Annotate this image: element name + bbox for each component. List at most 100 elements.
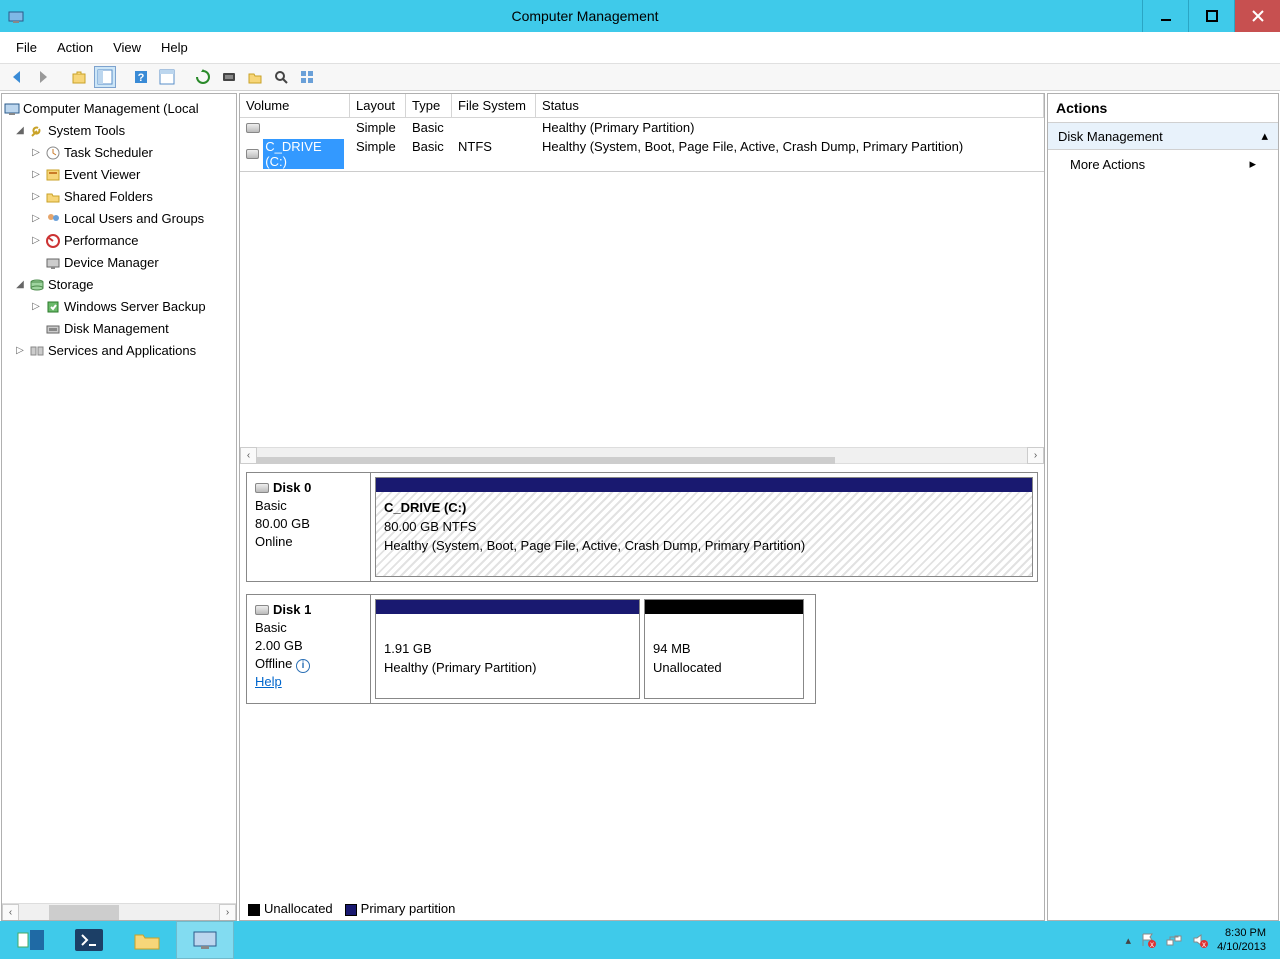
tree-storage[interactable]: ◢ Storage — [4, 274, 236, 296]
disk-graphical-view: Disk 0 Basic 80.00 GB Online C_DRIVE (C:… — [240, 464, 1044, 920]
col-filesystem[interactable]: File System — [452, 94, 536, 118]
col-type[interactable]: Type — [406, 94, 452, 118]
col-status[interactable]: Status — [536, 94, 1044, 118]
chevron-right-icon[interactable]: ▷ — [30, 230, 42, 252]
chevron-right-icon[interactable]: ▷ — [30, 142, 42, 164]
clock-icon — [45, 145, 61, 161]
open-icon[interactable] — [244, 66, 266, 88]
legend: Unallocated Primary partition — [248, 901, 455, 916]
backup-icon — [45, 299, 61, 315]
svg-text:x: x — [1202, 940, 1206, 948]
performance-icon — [45, 233, 61, 249]
tree-services-apps[interactable]: ▷ Services and Applications — [4, 340, 236, 362]
disk-size: 2.00 GB — [255, 637, 362, 655]
volume-row[interactable]: C_DRIVE (C:) Simple Basic NTFS Healthy (… — [240, 137, 1044, 171]
volume-type: Basic — [406, 137, 452, 171]
partition-primary[interactable]: 1.91 GB Healthy (Primary Partition) — [375, 599, 640, 699]
tree-label: Computer Management (Local — [23, 98, 199, 120]
start-button[interactable] — [2, 921, 60, 959]
properties-button[interactable] — [156, 66, 178, 88]
window-titlebar: Computer Management — [0, 0, 1280, 32]
close-button[interactable] — [1234, 0, 1280, 32]
taskbar[interactable]: ▴ x x 8:30 PM 4/10/2013 — [0, 921, 1280, 959]
tree-system-tools[interactable]: ◢ System Tools — [4, 120, 236, 142]
volume-list[interactable]: Volume Layout Type File System Status Si… — [240, 94, 1044, 172]
tree-event-viewer[interactable]: ▷ Event Viewer — [4, 164, 236, 186]
show-hide-tree-button[interactable] — [94, 66, 116, 88]
tree-label: Task Scheduler — [64, 142, 153, 164]
tree-device-manager[interactable]: ▷ Device Manager — [4, 252, 236, 274]
chevron-down-icon[interactable]: ◢ — [14, 274, 26, 296]
chevron-right-icon[interactable]: ▷ — [30, 186, 42, 208]
tree-horizontal-scrollbar[interactable]: ‹ › — [2, 903, 236, 920]
chevron-right-icon[interactable]: ▷ — [30, 164, 42, 186]
users-icon — [45, 211, 61, 227]
tree-root[interactable]: Computer Management (Local — [4, 98, 236, 120]
tray-volume-icon[interactable]: x — [1191, 931, 1209, 949]
disk-0[interactable]: Disk 0 Basic 80.00 GB Online C_DRIVE (C:… — [246, 472, 1038, 582]
scrollbar-thumb[interactable] — [257, 457, 835, 465]
chevron-down-icon[interactable]: ◢ — [14, 120, 26, 142]
partition-unallocated[interactable]: 94 MB Unallocated — [644, 599, 804, 699]
tree-label: Device Manager — [64, 252, 159, 274]
collapse-icon[interactable]: ▴ — [1261, 128, 1268, 144]
partition-bar — [645, 600, 803, 614]
settings-icon[interactable] — [296, 66, 318, 88]
tray-network-icon[interactable] — [1165, 931, 1183, 949]
legend-label: Unallocated — [264, 901, 333, 916]
tree-disk-management[interactable]: ▷ Disk Management — [4, 318, 236, 340]
system-tray[interactable]: ▴ x x 8:30 PM 4/10/2013 — [1126, 926, 1278, 954]
scroll-left-icon[interactable]: ‹ — [240, 447, 257, 464]
tree-windows-server-backup[interactable]: ▷ Windows Server Backup — [4, 296, 236, 318]
help-link[interactable]: Help — [255, 674, 282, 689]
volume-icon — [246, 123, 260, 133]
volume-fs: NTFS — [452, 137, 536, 171]
refresh-icon[interactable] — [192, 66, 214, 88]
taskbar-powershell[interactable] — [60, 921, 118, 959]
find-icon[interactable] — [270, 66, 292, 88]
maximize-button[interactable] — [1188, 0, 1234, 32]
disk-info: Disk 0 Basic 80.00 GB Online — [247, 473, 371, 581]
scroll-left-icon[interactable]: ‹ — [2, 904, 19, 921]
forward-button[interactable] — [32, 66, 54, 88]
chevron-right-icon[interactable]: ▷ — [30, 296, 42, 318]
disk-size: 80.00 GB — [255, 515, 362, 533]
col-layout[interactable]: Layout — [350, 94, 406, 118]
tree-performance[interactable]: ▷ Performance — [4, 230, 236, 252]
taskbar-computer-management[interactable] — [176, 921, 234, 959]
menu-file[interactable]: File — [8, 38, 45, 57]
partition-status: Healthy (Primary Partition) — [384, 658, 631, 677]
disk-info: Disk 1 Basic 2.00 GB Offline i Help — [247, 595, 371, 703]
tree-local-users[interactable]: ▷ Local Users and Groups — [4, 208, 236, 230]
chevron-right-icon[interactable]: ▷ — [30, 208, 42, 230]
scrollbar-thumb[interactable] — [49, 905, 119, 920]
volume-row[interactable]: Simple Basic Healthy (Primary Partition) — [240, 118, 1044, 137]
menu-action[interactable]: Action — [49, 38, 101, 57]
tree-label: Windows Server Backup — [64, 296, 206, 318]
menu-view[interactable]: View — [105, 38, 149, 57]
volume-list-horizontal-scrollbar[interactable]: ‹ › — [240, 447, 1044, 464]
actions-section[interactable]: Disk Management ▴ — [1048, 123, 1278, 150]
minimize-button[interactable] — [1142, 0, 1188, 32]
tray-show-hidden-icon[interactable]: ▴ — [1126, 934, 1132, 947]
scroll-right-icon[interactable]: › — [1027, 447, 1044, 464]
scroll-right-icon[interactable]: › — [219, 904, 236, 921]
tree-task-scheduler[interactable]: ▷ Task Scheduler — [4, 142, 236, 164]
console-tree[interactable]: Computer Management (Local ◢ System Tool… — [1, 93, 237, 921]
taskbar-explorer[interactable] — [118, 921, 176, 959]
up-button[interactable] — [68, 66, 90, 88]
partition-c-drive[interactable]: C_DRIVE (C:) 80.00 GB NTFS Healthy (Syst… — [375, 477, 1033, 577]
info-icon[interactable]: i — [296, 659, 310, 673]
tray-clock[interactable]: 8:30 PM 4/10/2013 — [1217, 926, 1266, 954]
menu-help[interactable]: Help — [153, 38, 196, 57]
disk-icon[interactable] — [218, 66, 240, 88]
tree-shared-folders[interactable]: ▷ Shared Folders — [4, 186, 236, 208]
col-volume[interactable]: Volume — [240, 94, 350, 118]
disk-1[interactable]: Disk 1 Basic 2.00 GB Offline i Help 1.91… — [246, 594, 816, 704]
volume-status: Healthy (System, Boot, Page File, Active… — [536, 137, 1044, 171]
back-button[interactable] — [6, 66, 28, 88]
more-actions[interactable]: More Actions ▸ — [1048, 150, 1278, 178]
tray-flag-icon[interactable]: x — [1139, 931, 1157, 949]
chevron-right-icon[interactable]: ▷ — [14, 340, 26, 362]
help-button[interactable]: ? — [130, 66, 152, 88]
